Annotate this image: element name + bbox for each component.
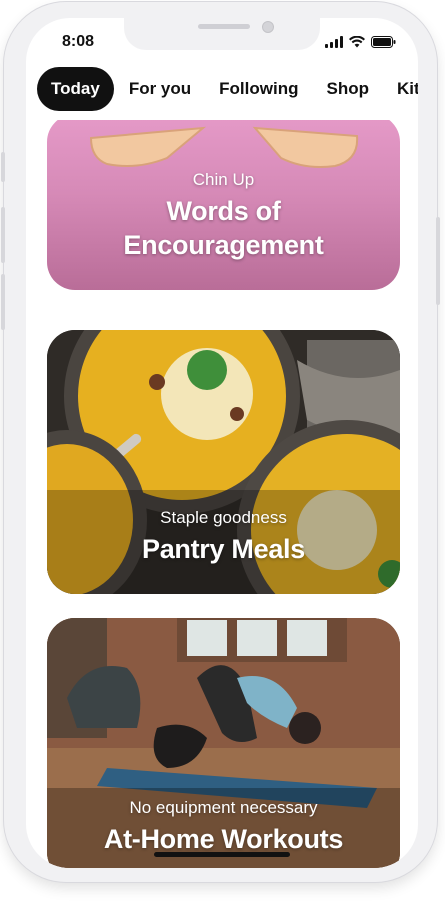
card-subtitle: Chin Up — [192, 170, 255, 189]
speaker — [198, 24, 250, 29]
card-title: Words of Encouragement — [123, 196, 324, 260]
card-words-of-encouragement[interactable]: Chin Up Words of Encouragement — [47, 120, 400, 290]
power-button — [436, 217, 440, 305]
battery-icon — [371, 36, 396, 48]
phone-frame: 8:08 Today For you Following Shop Kit Ch… — [1, 2, 440, 882]
tab-following[interactable]: Following — [206, 67, 311, 111]
card-at-home-workouts[interactable]: No equipment necessary At-Home Workouts — [47, 618, 400, 868]
tab-shop[interactable]: Shop — [313, 67, 382, 111]
card-subtitle: No equipment necessary — [129, 798, 318, 817]
screen: 8:08 Today For you Following Shop Kit Ch… — [26, 18, 418, 868]
status-icons — [325, 36, 396, 48]
card-title: At-Home Workouts — [103, 824, 344, 854]
front-camera — [262, 21, 274, 33]
tab-for-you[interactable]: For you — [116, 67, 204, 111]
card-subtitle: Staple goodness — [160, 508, 287, 527]
volume-up-button — [1, 207, 5, 263]
feed: Chin Up Words of Encouragement Staple go… — [26, 120, 418, 868]
category-tabs: Today For you Following Shop Kitchen — [37, 66, 418, 112]
volume-down-button — [1, 274, 5, 330]
card-pantry-meals[interactable]: Staple goodness Pantry Meals — [47, 330, 400, 594]
wifi-icon — [349, 36, 365, 48]
tab-kitchen[interactable]: Kitchen — [384, 67, 418, 111]
card-title: Pantry Meals — [142, 534, 305, 564]
mute-switch — [1, 152, 5, 182]
home-indicator[interactable] — [154, 852, 290, 857]
notch — [124, 18, 320, 50]
status-time: 8:08 — [62, 33, 95, 50]
tab-today[interactable]: Today — [37, 67, 114, 111]
signal-icon — [325, 36, 343, 48]
